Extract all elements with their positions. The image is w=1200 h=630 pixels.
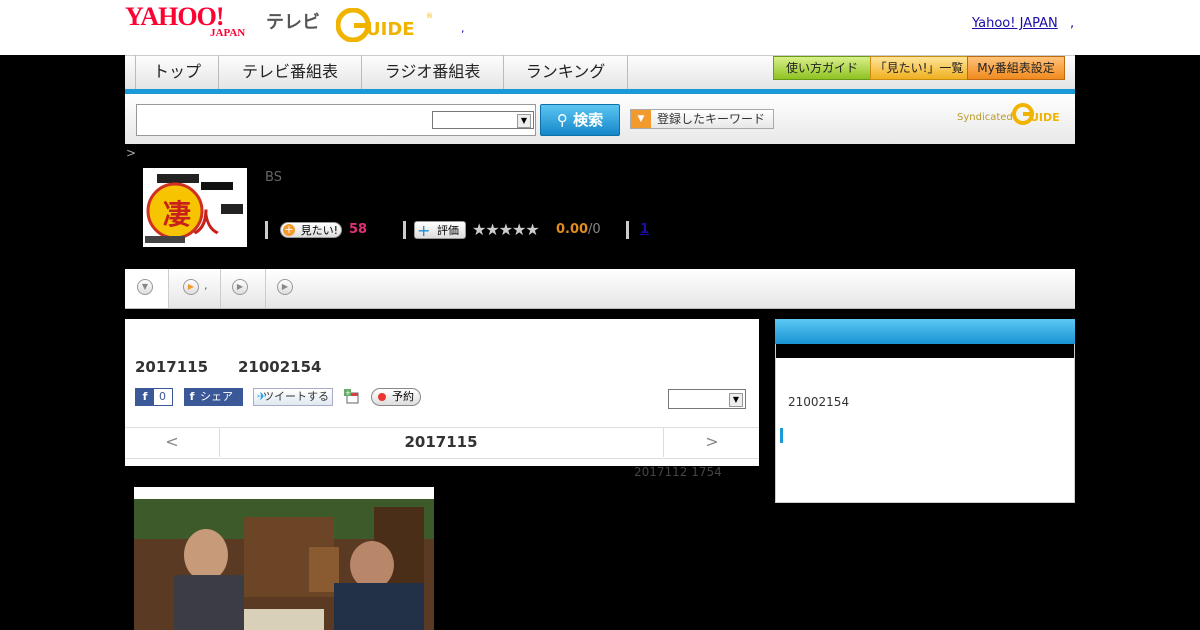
facebook-like-count: 0 — [159, 390, 166, 403]
yahoo-japan-link[interactable]: Yahoo! JAPAN — [972, 16, 1058, 31]
chevron-down-icon: ▼ — [729, 393, 743, 407]
my-schedule-button[interactable]: My番組表設定 — [967, 56, 1065, 80]
svg-text:UIDE: UIDE — [366, 19, 415, 40]
divider — [403, 221, 406, 239]
registered-keyword-button[interactable]: ▼ 登録したキーワード — [630, 109, 774, 129]
sidebar-section-marker — [780, 428, 783, 443]
tweet-button[interactable]: ✈ ツイートする — [253, 388, 333, 406]
gguide-logo[interactable]: UIDE ® — [336, 8, 432, 42]
reserve-button-label: 予約 — [392, 390, 414, 403]
tweet-button-label: ツイートする — [263, 390, 329, 403]
twitter-bird-icon: ✈ — [257, 390, 267, 403]
program-thumbnail: 凄 人 — [143, 168, 247, 247]
search-button-label: 検索 — [573, 111, 604, 129]
updated-timestamp: 2017112 1754 — [634, 465, 722, 479]
header-link-separator: , — [1070, 16, 1075, 31]
next-date-button[interactable]: > — [663, 427, 760, 457]
breadcrumb[interactable]: > — [126, 146, 136, 160]
svg-text:凄: 凄 — [163, 198, 191, 231]
syndicated-label: Syndicated — [957, 112, 1013, 123]
nav-tab-radio-schedule[interactable]: ラジオ番組表 — [362, 55, 504, 89]
rating-stars: ★★★★★ — [472, 220, 540, 239]
episode-select[interactable]: ▼ — [668, 389, 746, 409]
facebook-share-label: シェア — [200, 390, 233, 403]
mitai-list-button[interactable]: 「見たい!」一覧 — [870, 56, 968, 80]
mitai-button-label: 見たい! — [300, 224, 338, 237]
chevron-down-icon: ▼ — [137, 279, 153, 295]
tab-cast[interactable]: ▶ — [220, 269, 266, 308]
nav-tab-top[interactable]: トップ — [136, 55, 219, 89]
sidebar-title-bar — [776, 344, 1074, 358]
play-icon: ▶ — [232, 279, 248, 295]
tab-program-info[interactable]: ▼ — [125, 269, 169, 308]
yahoo-logo-sub: JAPAN — [210, 27, 246, 39]
tv-label[interactable]: テレビ — [266, 8, 320, 34]
tab-reviews[interactable]: ▶ — [265, 269, 305, 308]
play-icon: ▶ — [183, 279, 199, 295]
play-icon: ▶ — [277, 279, 293, 295]
record-dot-icon — [378, 393, 386, 401]
search-icon: ⚲ — [556, 111, 574, 129]
facebook-icon: f — [136, 389, 154, 405]
nav-left-edge — [125, 55, 136, 89]
search-button[interactable]: ⚲ 検索 — [540, 104, 620, 136]
rating-count: /0 — [588, 222, 601, 237]
rating-button[interactable]: + 評価 — [414, 221, 466, 240]
search-category-select[interactable]: ▼ — [432, 111, 534, 129]
usage-guide-button[interactable]: 使い方ガイド — [773, 56, 871, 80]
plus-icon: + — [283, 223, 295, 236]
facebook-icon: f — [189, 390, 195, 403]
sidebar-header — [775, 319, 1075, 344]
previous-date-button[interactable]: < — [125, 427, 220, 457]
facebook-share-button[interactable]: f シェア — [184, 388, 243, 406]
channel-label: BS — [265, 170, 282, 185]
chevron-down-icon: ▼ — [517, 114, 531, 128]
mitai-count: 58 — [349, 222, 368, 237]
svg-text:人: 人 — [193, 209, 219, 239]
rating-button-label: 評価 — [437, 224, 459, 237]
svg-text:®: ® — [426, 12, 432, 20]
reserve-button[interactable]: 予約 — [371, 388, 421, 406]
facebook-like-button[interactable]: f 0 — [135, 388, 173, 406]
tab-broadcast[interactable]: ▶ , — [168, 269, 221, 308]
svg-text:UIDE: UIDE — [1030, 111, 1060, 124]
svg-text:+: + — [345, 389, 351, 397]
episode-date: 2017115 — [135, 358, 209, 376]
tab-label: , — [204, 279, 208, 292]
syndicated-gguide-logo: UIDE — [1012, 103, 1060, 125]
registered-keyword-label: 登録したキーワード — [657, 112, 766, 126]
current-date: 2017115 — [404, 433, 478, 451]
rating-score: 0.00 — [556, 222, 589, 237]
episode-photo — [134, 487, 434, 630]
episode-id: 21002154 — [238, 358, 322, 376]
sidebar-episode-id: 21002154 — [788, 395, 850, 409]
review-count-link[interactable]: 1 — [640, 222, 649, 237]
divider — [265, 221, 268, 239]
triangle-down-icon: ▼ — [631, 110, 651, 128]
calendar-add-icon[interactable]: + — [344, 389, 360, 405]
plus-icon: + — [417, 221, 431, 240]
header-separator: , — [461, 22, 465, 35]
divider — [626, 221, 629, 239]
yahoo-logo[interactable]: YAHOO! — [125, 4, 224, 30]
nav-tab-tv-schedule[interactable]: テレビ番組表 — [219, 55, 362, 89]
nav-tab-ranking[interactable]: ランキング — [504, 55, 628, 89]
mitai-button[interactable]: + 見たい! — [280, 222, 342, 238]
